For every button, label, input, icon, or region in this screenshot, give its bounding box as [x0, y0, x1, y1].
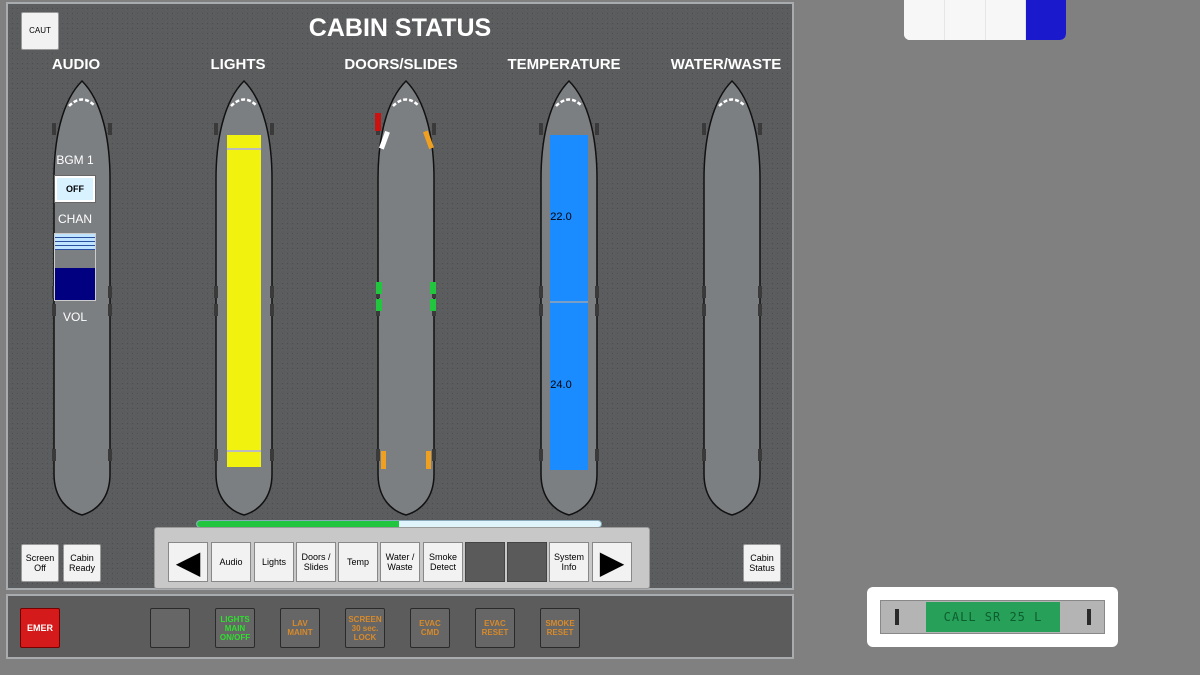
prev-page-button[interactable]: ◀	[168, 542, 208, 582]
column-label-doors: DOORS/SLIDES	[344, 56, 458, 73]
blank-control-button[interactable]	[150, 608, 190, 648]
door-alert-indicator	[375, 113, 381, 131]
nav-lights-button[interactable]: Lights	[254, 542, 294, 582]
door-marker	[108, 449, 112, 461]
nav-temp-button[interactable]: Temp	[338, 542, 378, 582]
volume-fill	[55, 267, 95, 300]
call-display-text: CALL SR 25 L	[926, 602, 1060, 632]
column-label-water: WATER/WASTE	[670, 56, 782, 73]
door-armed-indicator	[381, 451, 386, 469]
door-marker	[539, 286, 543, 298]
door-marker	[270, 123, 274, 135]
nav-blank-button-2[interactable]	[507, 542, 547, 582]
door-marker	[270, 286, 274, 298]
door-marker	[108, 123, 112, 135]
bgm-label: BGM 1	[56, 153, 94, 167]
water-plane-diagram[interactable]	[694, 79, 770, 519]
door-marker	[702, 304, 706, 316]
page-title: CABIN STATUS	[308, 14, 492, 42]
nav-audio-button[interactable]: Audio	[211, 542, 251, 582]
nav-doors-button[interactable]: Doors / Slides	[296, 542, 336, 582]
caut-button[interactable]: CAUT	[21, 12, 59, 50]
lights-main-button[interactable]: LIGHTS MAIN ON/OFF	[215, 608, 255, 648]
smoke-reset-button[interactable]: SMOKE RESET	[540, 608, 580, 648]
door-marker	[108, 304, 112, 316]
door-closed-indicator	[376, 282, 382, 294]
door-marker	[702, 123, 706, 135]
door-marker	[595, 304, 599, 316]
door-marker	[52, 449, 56, 461]
keypad-key-2[interactable]	[944, 0, 986, 40]
nav-system-info-button[interactable]: System Info	[549, 542, 589, 582]
door-marker	[432, 123, 436, 135]
door-marker	[702, 286, 706, 298]
lights-plane-diagram[interactable]	[206, 79, 282, 519]
evac-cmd-button[interactable]: EVAC CMD	[410, 608, 450, 648]
door-marker	[539, 449, 543, 461]
cabin-status-button[interactable]: Cabin Status	[743, 544, 781, 582]
temp-zone-aft-value: 24.0	[550, 379, 572, 391]
bottom-control-bar: EMER LIGHTS MAIN ON/OFF LAV MAINT SCREEN…	[6, 594, 794, 659]
nav-blank-button-1[interactable]	[465, 542, 505, 582]
lav-maint-button[interactable]: LAV MAINT	[280, 608, 320, 648]
top-keypad	[904, 0, 1066, 40]
door-marker	[432, 449, 436, 461]
door-marker	[270, 304, 274, 316]
vol-label: VOL	[62, 310, 87, 324]
door-marker	[214, 304, 218, 316]
call-display-left-marker	[895, 609, 899, 625]
door-marker	[758, 449, 762, 461]
fuselage-outline	[377, 79, 435, 516]
door-marker	[270, 449, 274, 461]
column-label-temperature: TEMPERATURE	[507, 56, 621, 73]
temp-zone-fwd-value: 22.0	[550, 211, 572, 223]
door-closed-indicator	[430, 299, 436, 311]
keypad-key-active[interactable]	[1026, 0, 1066, 40]
nav-smoke-button[interactable]: Smoke Detect	[423, 542, 463, 582]
door-marker	[595, 449, 599, 461]
keypad-key-1[interactable]	[904, 0, 945, 40]
door-marker	[214, 286, 218, 298]
door-closed-indicator	[376, 299, 382, 311]
nav-water-button[interactable]: Water / Waste	[380, 542, 420, 582]
door-marker	[376, 449, 380, 461]
cabin-ready-button[interactable]: Cabin Ready	[63, 544, 101, 582]
door-closed-indicator	[430, 282, 436, 294]
fuselage-outline	[703, 79, 761, 516]
chan-label: CHAN	[57, 212, 92, 226]
call-display-right-marker	[1087, 609, 1091, 625]
door-marker	[758, 286, 762, 298]
door-marker	[52, 123, 56, 135]
cabin-status-panel: CABIN STATUS CAUT AUDIO LIGHTS DOORS/SLI…	[6, 2, 794, 590]
door-marker	[539, 304, 543, 316]
door-marker	[758, 123, 762, 135]
door-marker	[108, 286, 112, 298]
door-marker	[595, 123, 599, 135]
door-marker	[214, 449, 218, 461]
column-label-lights: LIGHTS	[210, 56, 266, 73]
door-marker	[595, 286, 599, 298]
keypad-key-3[interactable]	[985, 0, 1027, 40]
door-marker	[702, 449, 706, 461]
door-armed-indicator	[426, 451, 431, 469]
call-display-panel: CALL SR 25 L	[867, 587, 1118, 647]
door-marker	[214, 123, 218, 135]
next-page-button[interactable]: ▶	[592, 542, 632, 582]
temperature-plane-diagram[interactable]	[531, 79, 607, 519]
column-label-audio: AUDIO	[51, 56, 101, 73]
bgm-off-toggle[interactable]: OFF	[54, 175, 96, 203]
emer-button[interactable]: EMER	[20, 608, 60, 648]
page-navigation-strip: ◀ Audio Lights Doors / Slides Temp Water…	[154, 527, 650, 589]
evac-reset-button[interactable]: EVAC RESET	[475, 608, 515, 648]
doors-plane-diagram[interactable]	[368, 79, 444, 519]
screen-off-button[interactable]: Screen Off	[21, 544, 59, 582]
screen-lock-button[interactable]: SCREEN 30 sec. LOCK	[345, 608, 385, 648]
volume-bar[interactable]	[54, 233, 96, 301]
door-marker	[539, 123, 543, 135]
lights-zone-fill	[227, 135, 261, 467]
call-display-bezel: CALL SR 25 L	[880, 600, 1105, 634]
door-marker	[758, 304, 762, 316]
